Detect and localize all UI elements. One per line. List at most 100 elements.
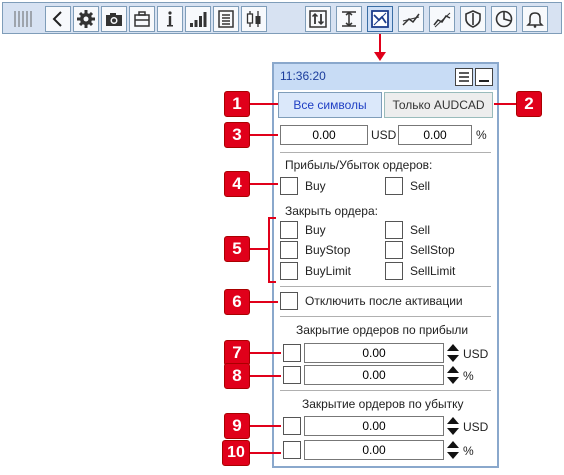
marker-8: 8 [224,363,250,389]
separator [280,152,491,153]
amount-input[interactable]: 0.00 [280,125,368,145]
separator [280,316,491,317]
profit-usd-checkbox[interactable] [283,344,301,362]
spinner-arrows-icon [447,344,459,362]
amount-unit-label: USD [371,128,397,142]
close-buy-label: Buy [305,223,326,237]
marker-line [250,301,278,303]
loss-usd-checkbox[interactable] [283,417,301,435]
info-button[interactable] [157,6,183,32]
signal-button[interactable] [185,6,211,32]
level-button[interactable] [336,6,362,32]
profit-pct-input[interactable]: 0.00 [304,365,444,385]
loss-pct-spinner[interactable] [446,440,460,460]
marker-2: 2 [516,91,542,117]
tab-only-audcad[interactable]: Только AUDCAD [384,92,493,118]
loss-pct-checkbox[interactable] [283,441,301,459]
pl-sell-label: Sell [410,179,431,193]
pie-button[interactable] [491,6,517,32]
close-sellstop-label: SellStop [410,243,455,257]
loss-pct-input[interactable]: 0.00 [304,440,444,460]
close-buylimit-label: BuyLimit [305,264,352,278]
close-orders-title: Закрыть ордера: [285,204,378,218]
clock-label: 11:36:20 [280,69,326,83]
marker-line [250,103,278,105]
marker-1: 1 [224,91,250,117]
camera-icon [106,13,122,26]
pl-buy-checkbox[interactable] [280,177,298,195]
back-button[interactable] [45,6,71,32]
marker-line [250,248,270,250]
level-icon [342,11,356,27]
settings-button[interactable] [73,6,99,32]
marker-10: 10 [222,440,250,466]
disable-after-activation-checkbox[interactable] [280,292,298,310]
profit-usd-spinner[interactable] [446,343,460,363]
candlestick-icon [246,11,261,27]
profit-close-title: Закрытие ордеров по прибыли [296,323,469,337]
marker-3: 3 [224,122,250,148]
close-selllimit-label: SellLimit [410,264,456,278]
trend-line-icon [402,13,420,26]
menu-icon [459,72,469,82]
menu-button[interactable] [455,68,473,86]
marker-line [250,375,281,377]
screenshot-root: 11:36:20 Все символы Только AUDCAD 0.00 … [0,0,564,475]
loss-usd-spinner[interactable] [446,416,460,436]
close-sellstop-checkbox[interactable] [385,241,403,259]
briefcase-icon [134,11,150,27]
marker-5: 5 [224,236,250,262]
spinner-arrows-icon [447,417,459,435]
minimize-button[interactable] [475,68,493,86]
close-buylimit-checkbox[interactable] [280,262,298,280]
profit-usd-input[interactable]: 0.00 [304,343,444,363]
back-icon [52,11,62,27]
close-selllimit-checkbox[interactable] [385,262,403,280]
list-button[interactable] [213,6,239,32]
profit-pct-checkbox[interactable] [283,366,301,384]
percent-unit-label: % [476,128,487,142]
close-sell-checkbox[interactable] [385,221,403,239]
loss-close-title: Закрытие ордеров по убытку [302,397,464,411]
shield-button[interactable] [460,6,486,32]
separator [280,286,491,287]
profit-pct-unit: % [463,369,474,383]
arrows-button[interactable] [305,6,331,32]
disable-after-activation-label: Отключить после активации [305,294,463,308]
info-icon [167,11,173,27]
arrows-up-down-icon [309,10,327,28]
signal-bars-icon [190,12,207,27]
marker-line [250,452,281,454]
bell-icon [526,12,544,28]
pl-sell-checkbox[interactable] [385,177,403,195]
close-buy-checkbox[interactable] [280,221,298,239]
close-buystop-checkbox[interactable] [280,241,298,259]
loss-pct-unit: % [463,444,474,458]
grip-icon[interactable] [13,11,39,27]
tab-all-symbols[interactable]: Все символы [278,92,382,118]
separator [280,390,491,391]
alerts-button[interactable] [522,6,548,32]
marker-line [250,352,281,354]
chart-tool-button[interactable] [367,6,393,32]
close-sell-label: Sell [410,223,431,237]
percent-input[interactable]: 0.00 [398,125,472,145]
zigzag-icon [433,12,451,28]
marker-4: 4 [224,171,250,197]
trend-button[interactable] [398,6,424,32]
profit-pct-spinner[interactable] [446,365,460,385]
spinner-arrows-icon [447,441,459,459]
loss-usd-unit: USD [463,420,489,434]
chart-tool-icon [371,10,389,28]
zigzag-button[interactable] [429,6,455,32]
loss-usd-input[interactable]: 0.00 [304,416,444,436]
marker-bracket [268,217,276,283]
panel-title-bar: 11:36:20 [274,64,497,90]
marker-9: 9 [224,413,250,439]
screenshot-button[interactable] [101,6,127,32]
marker-line [250,183,278,185]
marker-line [250,134,278,136]
spinner-arrows-icon [447,366,459,384]
candles-button[interactable] [241,6,267,32]
briefcase-button[interactable] [129,6,155,32]
